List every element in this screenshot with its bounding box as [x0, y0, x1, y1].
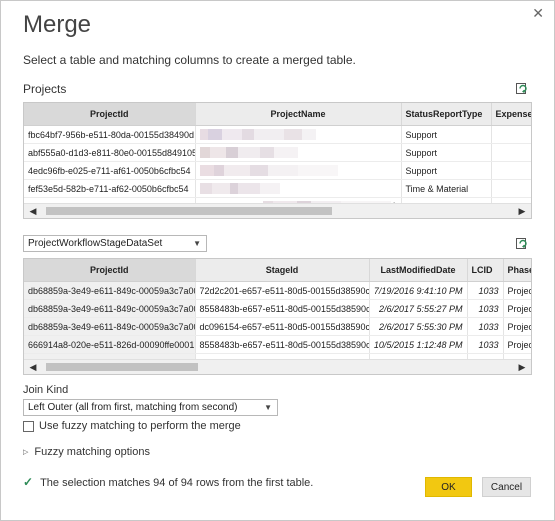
table-row[interactable]: abf555a0-d1d3-e811-80e0-00155d849105 Sup…: [24, 143, 531, 162]
table-cell: 2/6/2017 5:55:27 PM: [369, 299, 468, 318]
table-cell: [491, 143, 531, 162]
table-cell: Project: [503, 335, 531, 354]
table-cell: db68859a-3e49-e611-849c-00059a3c7a00: [24, 317, 196, 336]
second-table-select[interactable]: ProjectWorkflowStageDataSet ▼: [23, 235, 207, 252]
checkmark-icon: ✓: [23, 475, 34, 489]
table-cell: db68859a-3e49-e611-849c-00059a3c7a00: [24, 299, 196, 318]
table-cell: [491, 161, 531, 180]
column-header[interactable]: ExpenseI: [491, 103, 531, 126]
first-table: ProjectId ProjectName StatusReportType E…: [24, 103, 531, 216]
cancel-button[interactable]: Cancel: [482, 477, 531, 497]
table-row[interactable]: 666914a8-020e-e511-826d-00090ffe0001 855…: [24, 335, 531, 354]
second-table-grid: ProjectId StageId LastModifiedDate LCID …: [23, 258, 532, 375]
table-cell: db68859a-3e49-e611-849c-00059a3c7a00: [24, 281, 196, 300]
table-cell: 10/5/2015 1:12:48 PM: [369, 335, 468, 354]
table-row[interactable]: fbc64bf7-956b-e511-80da-00155d38490d Sup…: [24, 125, 531, 144]
fuzzy-options-label: Fuzzy matching options: [34, 446, 150, 458]
join-kind-select-value: Left Outer (all from first, matching fro…: [28, 402, 238, 413]
dialog-title: Merge: [23, 11, 92, 38]
table-cell: Time & Material: [401, 179, 492, 198]
table-row[interactable]: db68859a-3e49-e611-849c-00059a3c7a00 dc0…: [24, 317, 531, 336]
column-header[interactable]: StatusReportType: [401, 103, 492, 126]
table-cell: 8558483b-e657-e511-80d5-00155d38590c: [195, 299, 370, 318]
table-cell: [491, 125, 531, 144]
table-cell: 2/6/2017 5:55:30 PM: [369, 317, 468, 336]
fuzzy-matching-checkbox[interactable]: [23, 420, 34, 432]
column-header[interactable]: StageId: [195, 259, 370, 282]
table-cell: 72d2c201-e657-e511-80d5-00155d38590c: [195, 281, 370, 300]
table-cell: Support: [401, 161, 492, 180]
chevron-down-icon: ▼: [193, 239, 201, 248]
fuzzy-matching-label: Use fuzzy matching to perform the merge: [39, 420, 241, 432]
table-cell: 7/19/2016 9:41:10 PM: [369, 281, 468, 300]
table-cell: [491, 179, 531, 198]
second-table: ProjectId StageId LastModifiedDate LCID …: [24, 259, 531, 372]
column-header[interactable]: LCID: [467, 259, 504, 282]
join-kind-label: Join Kind: [23, 384, 69, 396]
fuzzy-matching-option[interactable]: Use fuzzy matching to perform the merge: [23, 420, 241, 432]
chevron-down-icon: ▼: [264, 403, 272, 412]
table-cell: 1033: [467, 299, 504, 318]
first-table-label: Projects: [23, 82, 67, 96]
table-cell: abf555a0-d1d3-e811-80e0-00155d849105: [24, 143, 196, 162]
second-table-select-value: ProjectWorkflowStageDataSet: [28, 238, 163, 249]
table-cell: 1033: [467, 335, 504, 354]
close-icon[interactable]: ✕: [532, 5, 544, 22]
table-cell: Support: [401, 125, 492, 144]
match-status-text: The selection matches 94 of 94 rows from…: [40, 477, 314, 489]
expand-triangle-icon: ▷: [23, 449, 29, 457]
column-header[interactable]: PhaseD: [503, 259, 531, 282]
table-cell: 4edc96fb-e025-e711-af61-0050b6cfbc54: [24, 161, 196, 180]
table-cell: 1033: [467, 281, 504, 300]
table-row[interactable]: 4edc96fb-e025-e711-af61-0050b6cfbc54 Sup…: [24, 161, 531, 180]
scrollbar-thumb[interactable]: [46, 207, 332, 215]
fuzzy-options-expander[interactable]: ▷ Fuzzy matching options: [23, 446, 150, 458]
table-cell: fef53e5d-582b-e711-af62-0050b6cfbc54: [24, 179, 196, 198]
scroll-right-icon[interactable]: ▶: [515, 360, 529, 374]
column-header[interactable]: ProjectId: [24, 259, 196, 282]
table-cell: 666914a8-020e-e511-826d-00090ffe0001: [24, 335, 196, 354]
table-cell: Project: [503, 299, 531, 318]
horizontal-scrollbar[interactable]: ◀ ▶: [24, 203, 531, 218]
merge-dialog: ✕ Merge Select a table and matching colu…: [0, 0, 555, 521]
table-cell: Support: [401, 143, 492, 162]
table-cell: Project: [503, 281, 531, 300]
match-status: ✓ The selection matches 94 of 94 rows fro…: [23, 475, 313, 489]
column-header[interactable]: ProjectName: [195, 103, 402, 126]
table-cell: dc096154-e657-e511-80d5-00155d38590c: [195, 317, 370, 336]
redacted-cell: [195, 125, 402, 144]
refresh-icon[interactable]: [515, 236, 529, 250]
dialog-subtitle: Select a table and matching columns to c…: [23, 53, 356, 67]
join-kind-select[interactable]: Left Outer (all from first, matching fro…: [23, 399, 278, 416]
table-cell: Project: [503, 317, 531, 336]
horizontal-scrollbar[interactable]: ◀ ▶: [24, 359, 531, 374]
table-row[interactable]: db68859a-3e49-e611-849c-00059a3c7a00 855…: [24, 299, 531, 318]
redacted-cell: [195, 143, 402, 162]
table-row[interactable]: fef53e5d-582b-e711-af62-0050b6cfbc54 Tim…: [24, 179, 531, 198]
table-cell: fbc64bf7-956b-e511-80da-00155d38490d: [24, 125, 196, 144]
table-cell: 1033: [467, 317, 504, 336]
table-cell: 8558483b-e657-e511-80d5-00155d38590c: [195, 335, 370, 354]
first-table-grid: ProjectId ProjectName StatusReportType E…: [23, 102, 532, 219]
scroll-left-icon[interactable]: ◀: [26, 360, 40, 374]
scrollbar-thumb[interactable]: [46, 363, 198, 371]
scroll-left-icon[interactable]: ◀: [26, 204, 40, 218]
ok-button[interactable]: OK: [425, 477, 472, 497]
redacted-cell: [195, 179, 402, 198]
refresh-icon[interactable]: [515, 81, 529, 95]
scroll-right-icon[interactable]: ▶: [515, 204, 529, 218]
redacted-cell: [195, 161, 402, 180]
column-header[interactable]: ProjectId: [24, 103, 196, 126]
column-header[interactable]: LastModifiedDate: [369, 259, 468, 282]
table-row[interactable]: db68859a-3e49-e611-849c-00059a3c7a00 72d…: [24, 281, 531, 300]
